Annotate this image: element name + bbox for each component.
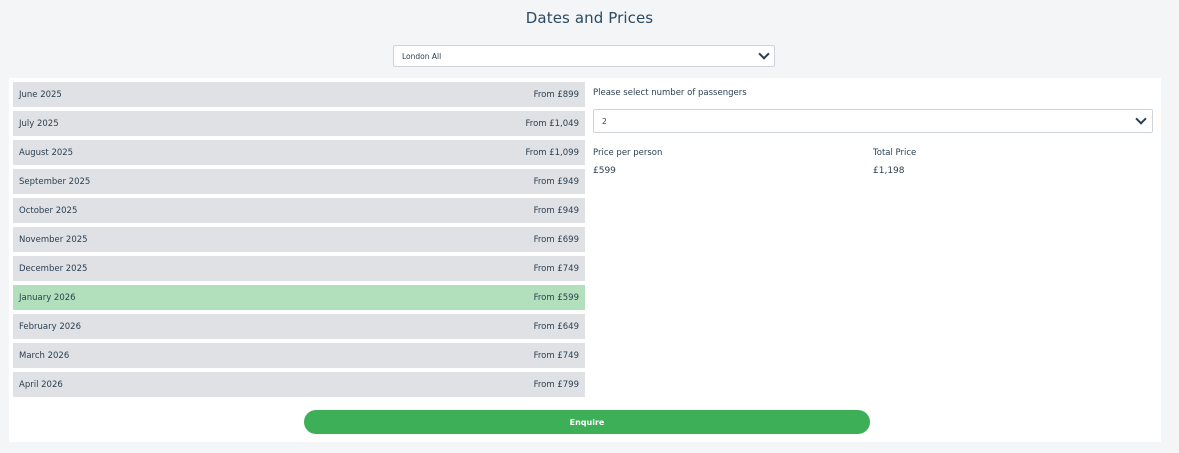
total-price-label: Total Price bbox=[873, 148, 917, 158]
enquire-button[interactable]: Enquire bbox=[304, 410, 870, 434]
month-row[interactable]: September 2025 From £949 bbox=[13, 169, 585, 194]
month-price: From £899 bbox=[533, 90, 579, 100]
month-price: From £949 bbox=[533, 177, 579, 187]
month-row[interactable]: April 2026 From £799 bbox=[13, 372, 585, 397]
month-price: From £699 bbox=[533, 235, 579, 245]
month-price: From £949 bbox=[533, 206, 579, 216]
month-name: November 2025 bbox=[19, 235, 88, 245]
page: Dates and Prices London All June 2025 Fro… bbox=[0, 0, 1179, 453]
departure-select[interactable]: London All bbox=[393, 45, 775, 67]
month-price: From £599 bbox=[533, 293, 579, 303]
price-per-person-label: Price per person bbox=[593, 148, 663, 158]
month-price: From £749 bbox=[533, 264, 579, 274]
month-name: September 2025 bbox=[19, 177, 91, 187]
month-name: October 2025 bbox=[19, 206, 78, 216]
month-name: March 2026 bbox=[19, 351, 70, 361]
passengers-label: Please select number of passengers bbox=[593, 88, 747, 98]
month-row[interactable]: October 2025 From £949 bbox=[13, 198, 585, 223]
departure-select-value: London All bbox=[402, 52, 442, 61]
chevron-down-icon bbox=[758, 48, 770, 60]
month-row[interactable]: November 2025 From £699 bbox=[13, 227, 585, 252]
passengers-select[interactable]: 2 bbox=[593, 109, 1153, 133]
month-row[interactable]: March 2026 From £749 bbox=[13, 343, 585, 368]
month-row[interactable]: February 2026 From £649 bbox=[13, 314, 585, 339]
month-row[interactable]: January 2026 From £599 bbox=[13, 285, 585, 310]
passengers-select-value: 2 bbox=[602, 117, 607, 126]
month-list: June 2025 From £899 July 2025 From £1,049 Au… bbox=[13, 82, 585, 401]
month-name: December 2025 bbox=[19, 264, 88, 274]
price-per-person-value: £599 bbox=[593, 166, 616, 176]
month-name: July 2025 bbox=[19, 119, 59, 129]
month-price: From £649 bbox=[533, 322, 579, 332]
page-title: Dates and Prices bbox=[525, 9, 654, 27]
month-name: January 2026 bbox=[19, 293, 76, 303]
month-name: August 2025 bbox=[19, 148, 74, 158]
month-name: February 2026 bbox=[19, 322, 81, 332]
dates-panel: June 2025 From £899 July 2025 From £1,049 Au… bbox=[9, 78, 1161, 442]
month-row[interactable]: December 2025 From £749 bbox=[13, 256, 585, 281]
month-row[interactable]: August 2025 From £1,099 bbox=[13, 140, 585, 165]
month-price: From £1,099 bbox=[525, 148, 579, 158]
month-price: From £799 bbox=[533, 380, 579, 390]
month-row[interactable]: June 2025 From £899 bbox=[13, 82, 585, 107]
month-price: From £1,049 bbox=[525, 119, 579, 129]
month-row[interactable]: July 2025 From £1,049 bbox=[13, 111, 585, 136]
month-name: June 2025 bbox=[19, 90, 62, 100]
month-name: April 2026 bbox=[19, 380, 63, 390]
month-price: From £749 bbox=[533, 351, 579, 361]
chevron-down-icon bbox=[1135, 113, 1147, 125]
total-price-value: £1,198 bbox=[873, 166, 905, 176]
